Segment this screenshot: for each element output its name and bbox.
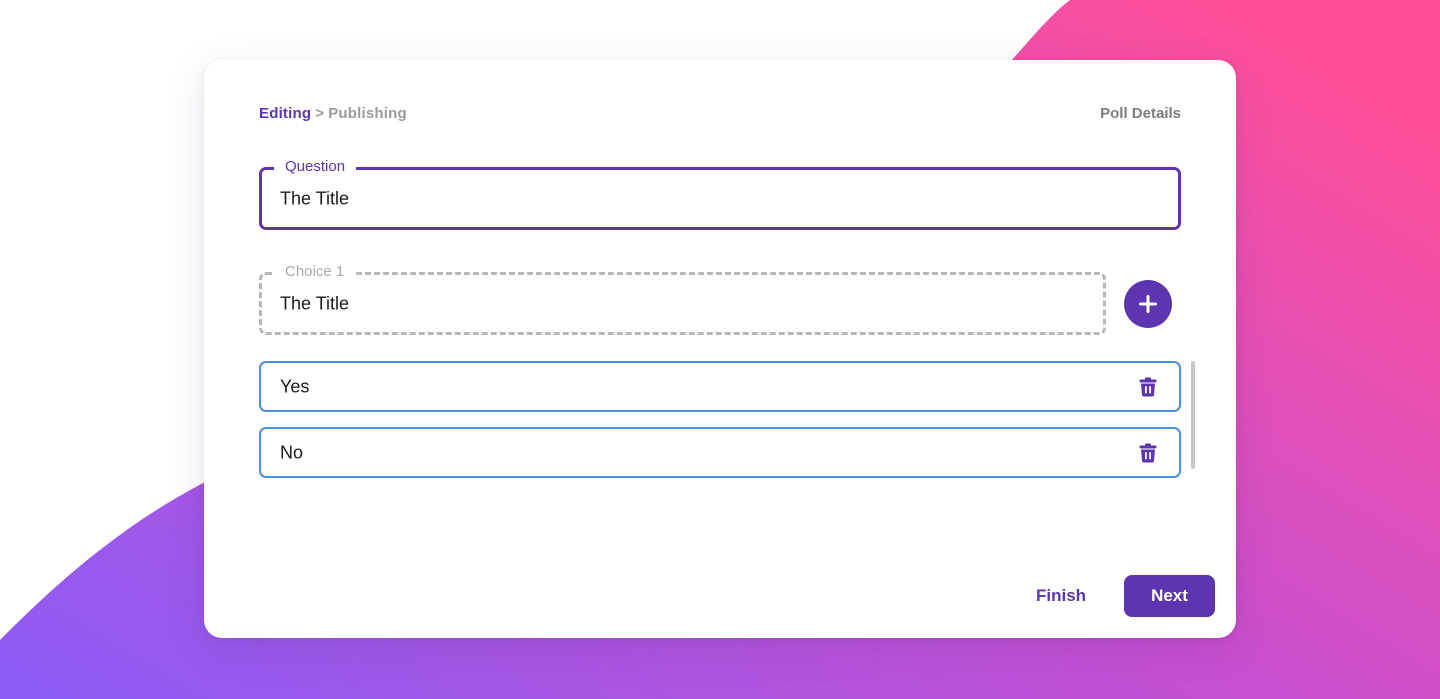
trash-icon xyxy=(1139,443,1157,462)
poll-editor-card: Editing > Publishing Poll Details Question… xyxy=(204,60,1236,638)
choice-input[interactable] xyxy=(280,293,1085,314)
finish-button[interactable]: Finish xyxy=(1024,575,1098,617)
delete-answer-button[interactable] xyxy=(1137,442,1159,464)
breadcrumb-separator: > xyxy=(315,105,325,122)
breadcrumb: Editing > Publishing xyxy=(259,105,407,122)
choice-field[interactable]: Choice 1 xyxy=(259,263,1106,335)
add-choice-button[interactable] xyxy=(1124,280,1172,328)
answer-item-yes[interactable]: Yes xyxy=(259,361,1181,412)
answer-text: No xyxy=(280,442,304,462)
breadcrumb-editing[interactable]: Editing xyxy=(259,105,311,122)
choice-label: Choice 1 xyxy=(274,263,356,281)
delete-answer-button[interactable] xyxy=(1137,376,1159,398)
poll-details-title: Poll Details xyxy=(1100,105,1181,122)
plus-icon xyxy=(1139,295,1157,313)
answer-list-scrollbar[interactable] xyxy=(1191,361,1195,469)
answer-item-no[interactable]: No xyxy=(259,427,1181,478)
next-button[interactable]: Next xyxy=(1124,575,1215,617)
question-input[interactable] xyxy=(280,188,1160,209)
answer-list: Yes No xyxy=(259,361,1181,493)
trash-icon xyxy=(1139,377,1157,396)
question-field[interactable]: Question xyxy=(259,158,1181,230)
question-label: Question xyxy=(274,158,357,176)
answer-text: Yes xyxy=(280,376,310,396)
breadcrumb-publishing[interactable]: Publishing xyxy=(328,105,407,122)
page-background: Editing > Publishing Poll Details Question… xyxy=(0,0,1440,699)
